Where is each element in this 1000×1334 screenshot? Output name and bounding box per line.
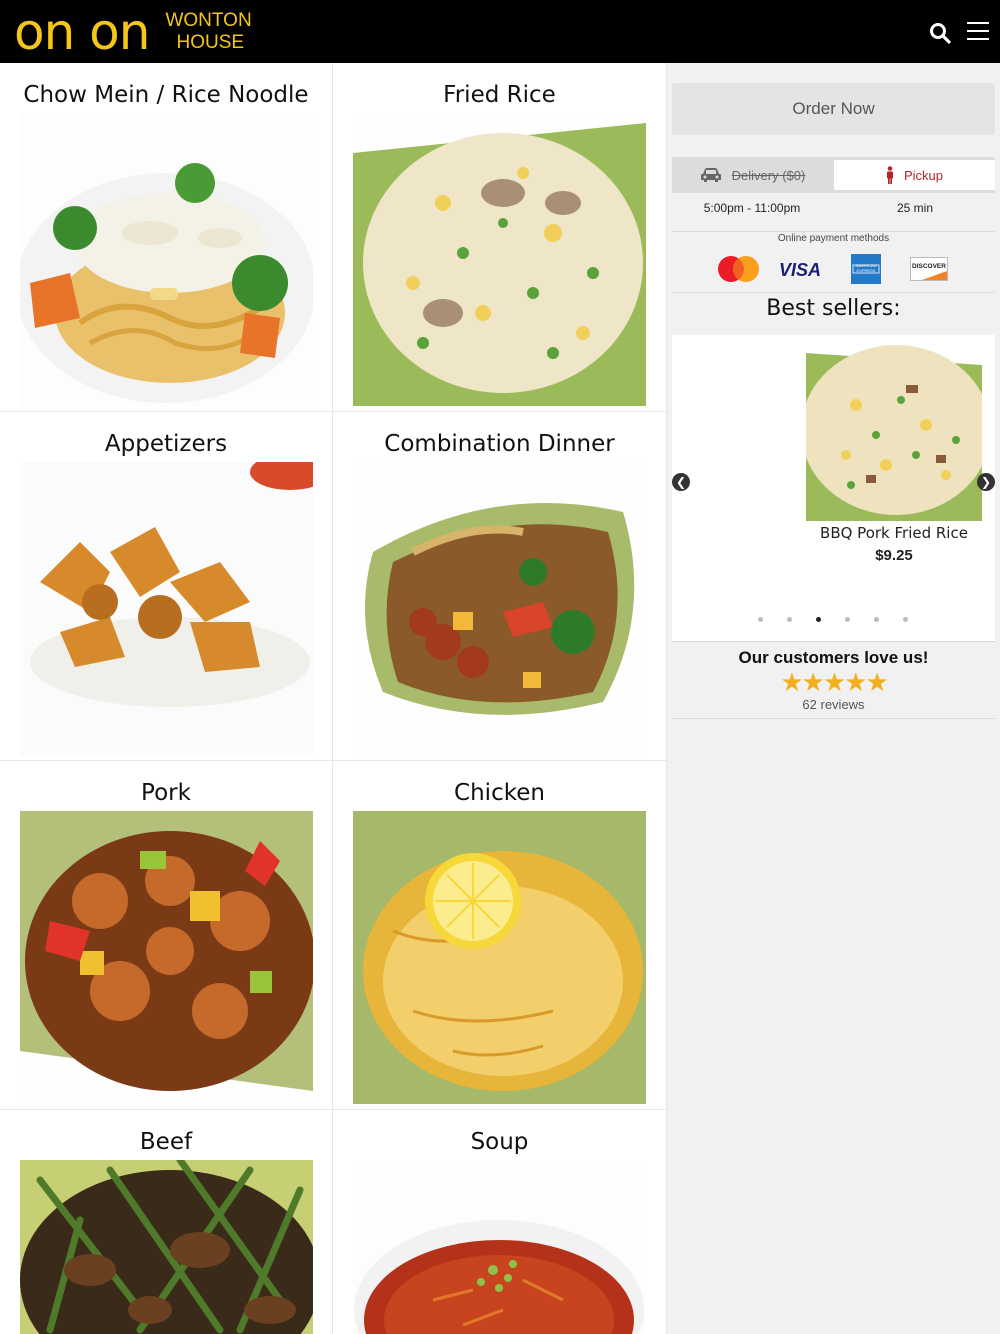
carousel-dot[interactable]: [874, 617, 879, 622]
category-grid: Chow Mein / Rice Noodle Fried Rice Appet…: [0, 63, 667, 1334]
category-title: Chicken: [454, 780, 545, 806]
category-title: Combination Dinner: [384, 431, 615, 457]
logo-line-1: WONTON: [165, 10, 252, 31]
payment-methods: VISA AMERICAN EXPRESS DISCOVER: [715, 254, 955, 286]
category-chicken[interactable]: Chicken: [333, 761, 666, 1110]
carousel-dots: [758, 617, 918, 623]
category-title: Appetizers: [104, 431, 228, 457]
category-title: Chow Mein / Rice Noodle: [23, 82, 309, 108]
hamburger-menu-icon[interactable]: [967, 22, 989, 42]
search-icon[interactable]: [929, 22, 951, 44]
discover-icon: DISCOVER: [910, 257, 948, 285]
carousel-dot[interactable]: [903, 617, 908, 622]
category-title: Soup: [470, 1129, 529, 1155]
category-appetizers[interactable]: Appetizers: [0, 412, 333, 761]
carousel-dot[interactable]: [758, 617, 763, 622]
person-icon: [886, 166, 894, 184]
category-chow-mein[interactable]: Chow Mein / Rice Noodle: [0, 63, 333, 412]
restaurant-logo[interactable]: on on WONTON HOUSE: [14, 4, 252, 60]
best-sellers-heading: Best sellers:: [766, 296, 901, 321]
category-beef[interactable]: Beef: [0, 1110, 333, 1334]
best-sellers-carousel: ❮ ❯ BBQ Pork Fried Rice $9.25: [672, 335, 995, 641]
delivery-label: Delivery ($0): [731, 167, 806, 183]
logo-line-2: HOUSE: [176, 32, 245, 53]
category-title: Fried Rice: [443, 82, 556, 108]
divider: [672, 718, 995, 719]
visa-icon: VISA: [779, 260, 822, 280]
mastercard-icon: [715, 254, 763, 288]
combination-dinner-photo[interactable]: [353, 462, 646, 755]
order-now-button[interactable]: Order Now: [672, 83, 995, 135]
logo-mark: on on: [14, 3, 150, 61]
pickup-option[interactable]: Pickup: [834, 160, 995, 190]
category-title: Pork: [141, 780, 191, 806]
top-header: on on WONTON HOUSE: [0, 0, 1000, 63]
carousel-prev-icon[interactable]: ❮: [672, 473, 690, 491]
category-soup[interactable]: Soup: [333, 1110, 666, 1334]
category-pork[interactable]: Pork: [0, 761, 333, 1110]
carousel-dot[interactable]: [845, 617, 850, 622]
category-fried-rice[interactable]: Fried Rice: [333, 63, 666, 412]
reviews-count-link[interactable]: 62 reviews: [672, 697, 995, 712]
order-sidebar: Order Now Delivery ($0) Pickup 5:00pm - …: [667, 63, 1000, 1334]
pork-photo[interactable]: [20, 811, 313, 1104]
car-icon: [700, 167, 722, 183]
pickup-label: Pickup: [903, 167, 944, 183]
soup-photo[interactable]: [353, 1160, 646, 1334]
payment-methods-label: Online payment methods: [777, 233, 890, 244]
category-title: Beef: [139, 1129, 193, 1155]
best-seller-photo[interactable]: [806, 345, 982, 521]
divider: [672, 231, 995, 232]
divider: [672, 641, 995, 642]
svg-text:DISCOVER: DISCOVER: [912, 263, 946, 270]
rating-stars-icon: ★★★★★: [780, 668, 889, 698]
divider: [672, 292, 995, 293]
carousel-next-icon[interactable]: ❯: [977, 473, 995, 491]
pickup-time: 25 min: [896, 201, 934, 215]
delivery-option[interactable]: Delivery ($0): [672, 157, 833, 193]
chicken-photo[interactable]: [353, 811, 646, 1104]
best-seller-price: $9.25: [875, 547, 913, 564]
best-seller-name[interactable]: BBQ Pork Fried Rice: [802, 524, 986, 542]
amex-icon: AMERICAN EXPRESS: [851, 254, 881, 288]
logo-name: WONTON HOUSE: [165, 10, 251, 54]
opening-hours: 5:00pm - 11:00pm: [703, 201, 801, 215]
category-combination-dinner[interactable]: Combination Dinner: [333, 412, 666, 761]
fried-rice-photo[interactable]: [353, 113, 646, 406]
chow-mein-photo[interactable]: [20, 113, 313, 406]
reviews-heading: Our customers love us!: [738, 648, 929, 667]
beef-photo[interactable]: [20, 1160, 313, 1334]
carousel-dot-active[interactable]: [816, 617, 821, 622]
appetizers-photo[interactable]: [20, 462, 313, 755]
svg-text:EXPRESS: EXPRESS: [857, 268, 876, 273]
carousel-dot[interactable]: [787, 617, 792, 622]
order-mode-toggle: Delivery ($0) Pickup: [672, 157, 995, 193]
